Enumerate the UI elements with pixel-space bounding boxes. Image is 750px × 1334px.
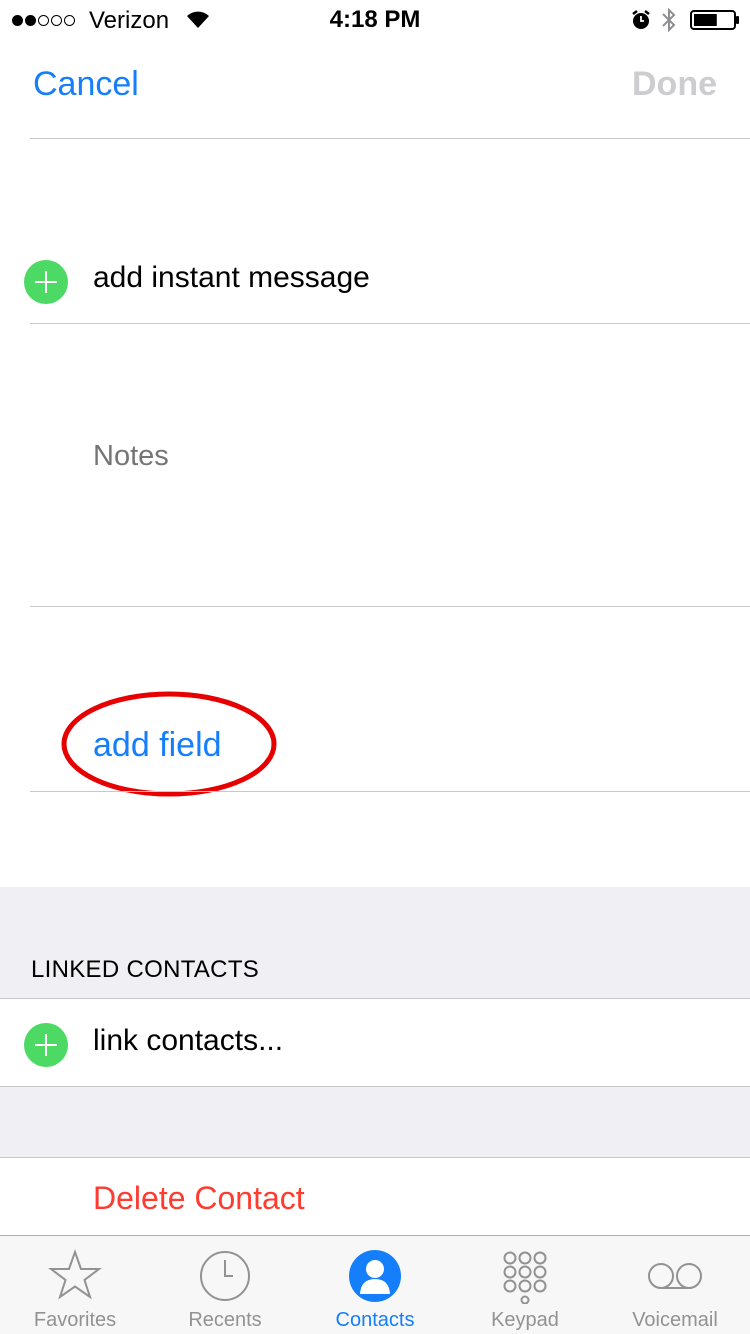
battery-icon [690, 10, 739, 30]
linked-contacts-header: LINKED CONTACTS [31, 956, 260, 983]
tab-bar: Favorites Recents Contacts Keypad Voicem… [0, 1235, 750, 1334]
divider [0, 998, 750, 999]
tab-recents[interactable]: Recents [150, 1236, 300, 1334]
tab-keypad[interactable]: Keypad [450, 1236, 600, 1334]
red-circle-annotation [61, 691, 277, 797]
voicemail-icon [648, 1263, 702, 1289]
divider [30, 138, 750, 139]
divider [30, 323, 750, 324]
clock-icon [200, 1251, 250, 1301]
alarm-icon [632, 10, 650, 29]
divider [30, 791, 750, 792]
link-contacts-label: link contacts... [93, 1024, 284, 1057]
tab-label: Contacts [335, 1309, 415, 1331]
divider [30, 606, 750, 607]
tab-favorites[interactable]: Favorites [0, 1236, 150, 1334]
delete-contact-button[interactable]: Delete Contact [93, 1178, 305, 1218]
tab-label: Favorites [33, 1309, 117, 1331]
status-bar: Verizon 4:18 PM [0, 0, 750, 40]
add-instant-message-label: add instant message [93, 261, 370, 294]
add-circle-icon[interactable] [24, 260, 68, 304]
star-icon [48, 1248, 102, 1300]
bluetooth-icon [662, 7, 676, 33]
divider [0, 1157, 750, 1158]
tab-label: Keypad [491, 1309, 559, 1331]
tab-voicemail[interactable]: Voicemail [600, 1236, 750, 1334]
contacts-icon [349, 1250, 401, 1302]
add-circle-icon[interactable] [24, 1023, 68, 1067]
keypad-icon [503, 1251, 547, 1304]
notes-field[interactable] [93, 438, 693, 474]
tab-label: Recents [188, 1309, 262, 1331]
tab-label: Voicemail [632, 1309, 718, 1331]
section-separator [0, 1087, 750, 1157]
tab-contacts[interactable]: Contacts [300, 1236, 450, 1334]
done-button[interactable]: Done [632, 63, 717, 105]
cancel-button[interactable]: Cancel [33, 63, 139, 105]
